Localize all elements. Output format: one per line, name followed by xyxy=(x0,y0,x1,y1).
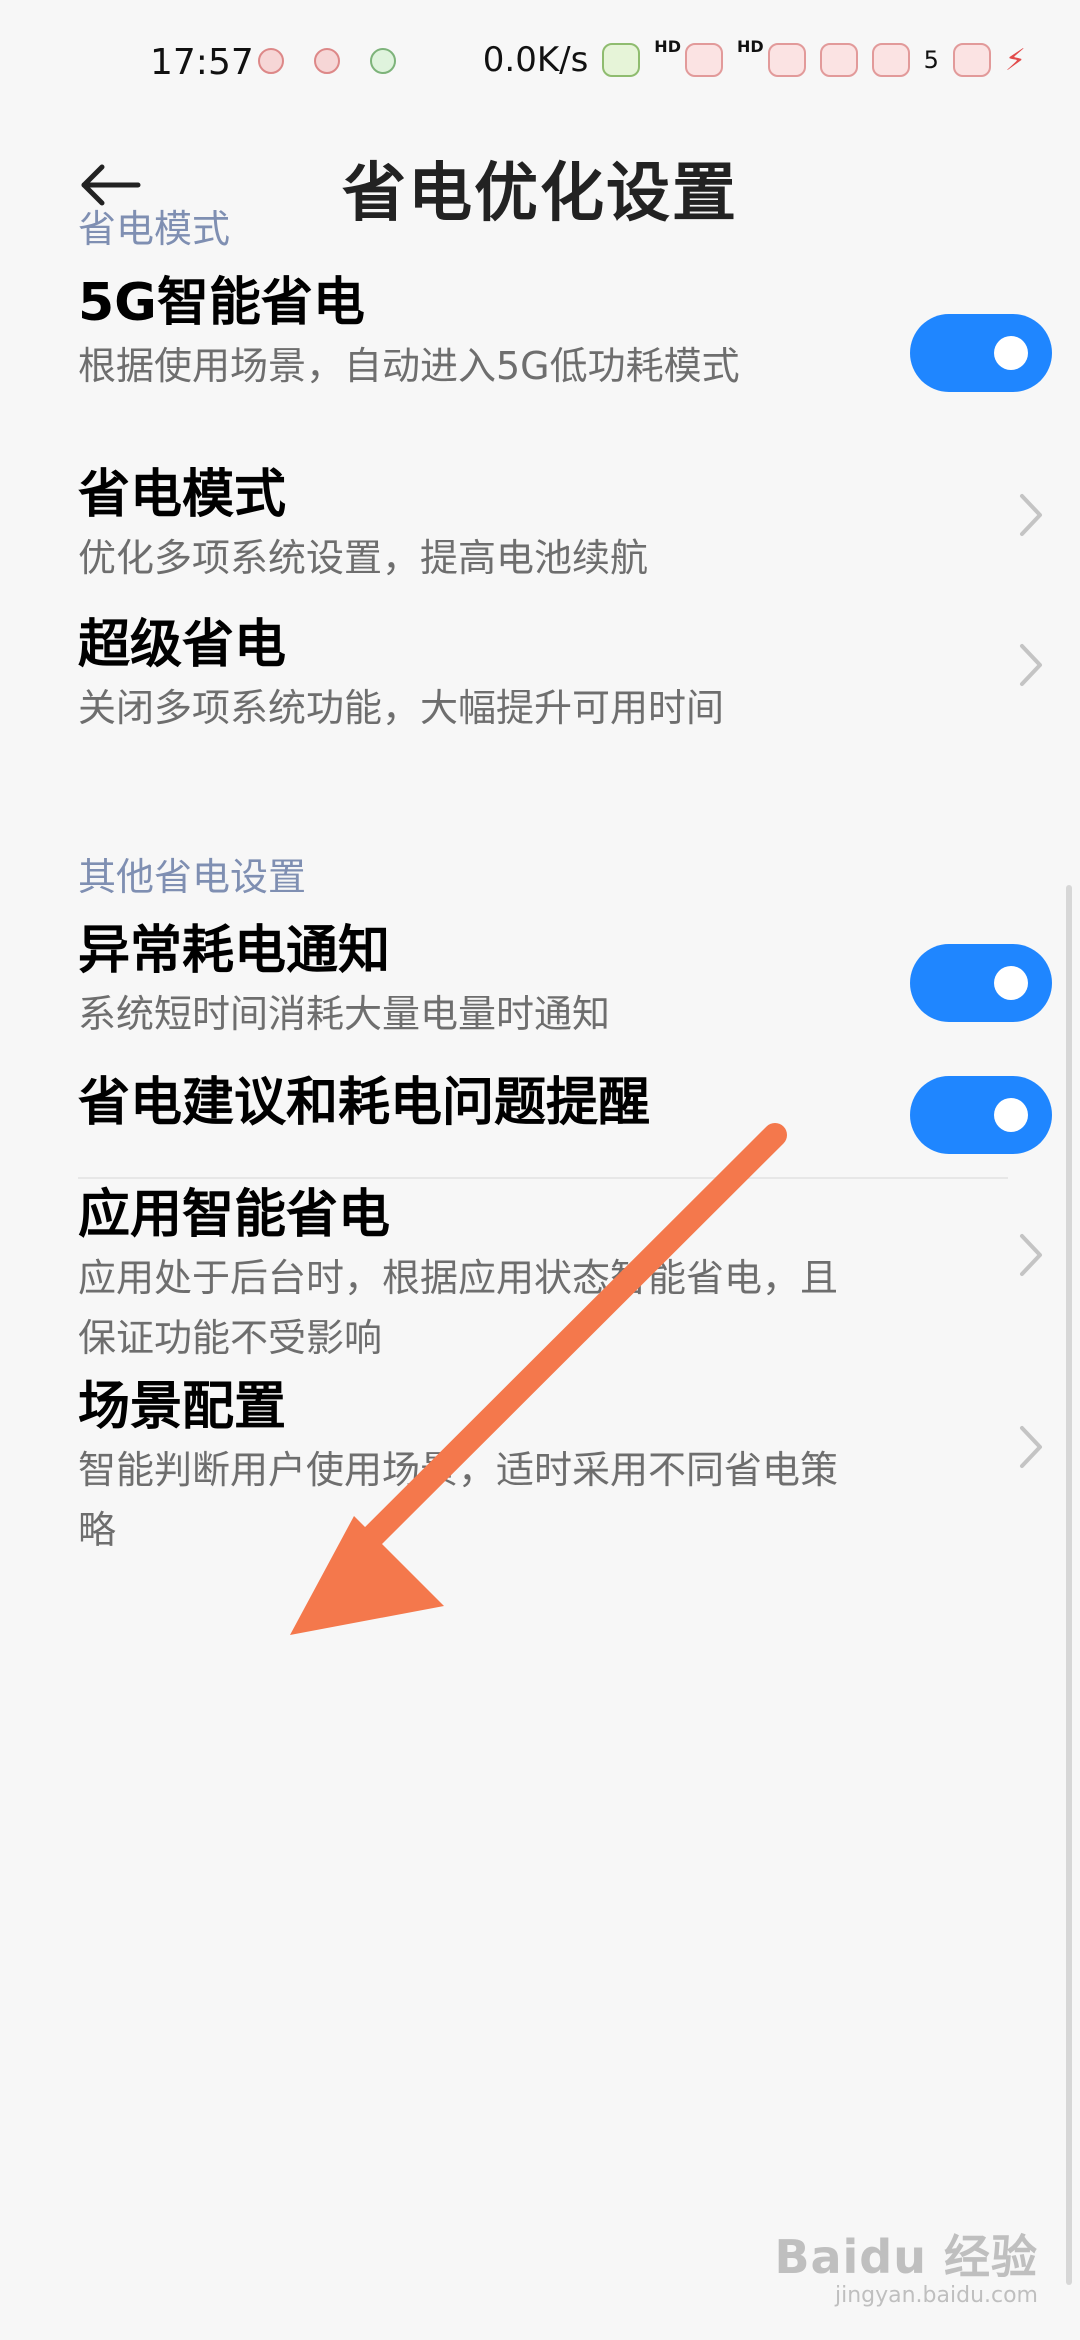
toggle-knob xyxy=(994,966,1028,1000)
sticker-icon xyxy=(258,48,284,74)
section-divider xyxy=(78,1177,1008,1179)
chevron-right-icon[interactable] xyxy=(1016,490,1046,540)
setting-row-scene-config[interactable]: 场景配置 智能判断用户使用场景，适时采用不同省电策略 xyxy=(78,1374,1023,1560)
section-label-power-mode: 省电模式 xyxy=(78,207,231,251)
hd-label: HD xyxy=(736,36,764,56)
chevron-right-icon[interactable] xyxy=(1016,1422,1046,1472)
setting-row-app-smart-saving[interactable]: 应用智能省电 应用处于后台时，根据应用状态智能省电，且保证功能不受影响 xyxy=(78,1182,1023,1368)
status-right-group: 0.0K/s HD HD 5 ⚡ xyxy=(482,36,1026,81)
sticker-icon xyxy=(684,43,723,77)
toggle-knob xyxy=(994,336,1028,370)
sticker-icon xyxy=(370,48,396,74)
setting-row-5g-smart-saving[interactable]: 5G智能省电 根据使用场景，自动进入5G低功耗模式 xyxy=(78,270,1023,396)
setting-row-power-saving-mode[interactable]: 省电模式 优化多项系统设置，提高电池续航 xyxy=(78,462,1023,588)
setting-description: 优化多项系统设置，提高电池续航 xyxy=(78,536,649,580)
status-bar: 17:57 0.0K/s HD HD 5 ⚡ xyxy=(0,0,1080,130)
setting-title: 场景配置 xyxy=(78,1377,287,1437)
sticker-icon xyxy=(952,43,991,77)
abnormal-drain-toggle[interactable] xyxy=(910,944,1052,1022)
sticker-icon xyxy=(602,43,641,77)
chevron-right-icon[interactable] xyxy=(1016,1230,1046,1280)
status-left-icons xyxy=(258,48,396,74)
saving-suggestions-toggle[interactable] xyxy=(910,1076,1052,1154)
setting-description: 智能判断用户使用场景，适时采用不同省电策略 xyxy=(78,1448,839,1552)
bolt-icon: ⚡ xyxy=(1004,42,1026,78)
setting-row-saving-suggestions[interactable]: 省电建议和耗电问题提醒 xyxy=(78,1070,1023,1136)
setting-description: 根据使用场景，自动进入5G低功耗模式 xyxy=(78,344,740,388)
status-time: 17:57 xyxy=(150,42,254,83)
5g-smart-saving-toggle[interactable] xyxy=(910,314,1052,392)
sticker-icon xyxy=(871,43,910,77)
setting-title: 5G智能省电 xyxy=(78,273,365,333)
setting-title: 省电建议和耗电问题提醒 xyxy=(78,1073,651,1133)
chevron-right-icon[interactable] xyxy=(1016,640,1046,690)
setting-description: 关闭多项系统功能，大幅提升可用时间 xyxy=(78,686,725,730)
section-label-other-settings: 其他省电设置 xyxy=(78,855,307,899)
setting-title: 超级省电 xyxy=(78,615,287,675)
scrollbar[interactable] xyxy=(1066,885,1072,2285)
badge-count: 5 xyxy=(923,46,939,74)
sticker-icon xyxy=(819,43,858,77)
setting-title: 异常耗电通知 xyxy=(78,921,391,981)
setting-description: 系统短时间消耗大量电量时通知 xyxy=(78,992,611,1036)
toggle-knob xyxy=(994,1098,1028,1132)
watermark-main: Baidu 经验 xyxy=(774,2230,1038,2284)
network-speed: 0.0K/s xyxy=(482,40,589,80)
setting-title: 省电模式 xyxy=(78,465,287,525)
setting-row-super-saving[interactable]: 超级省电 关闭多项系统功能，大幅提升可用时间 xyxy=(78,612,1023,738)
setting-description: 应用处于后台时，根据应用状态智能省电，且保证功能不受影响 xyxy=(78,1256,839,1360)
setting-row-abnormal-drain-notice[interactable]: 异常耗电通知 系统短时间消耗大量电量时通知 xyxy=(78,918,1023,1044)
baidu-watermark: Baidu 经验 jingyan.baidu.com xyxy=(774,2221,1038,2308)
setting-title: 应用智能省电 xyxy=(78,1185,391,1245)
sticker-icon xyxy=(767,43,806,77)
hd-label: HD xyxy=(654,36,681,56)
sticker-icon xyxy=(314,48,340,74)
